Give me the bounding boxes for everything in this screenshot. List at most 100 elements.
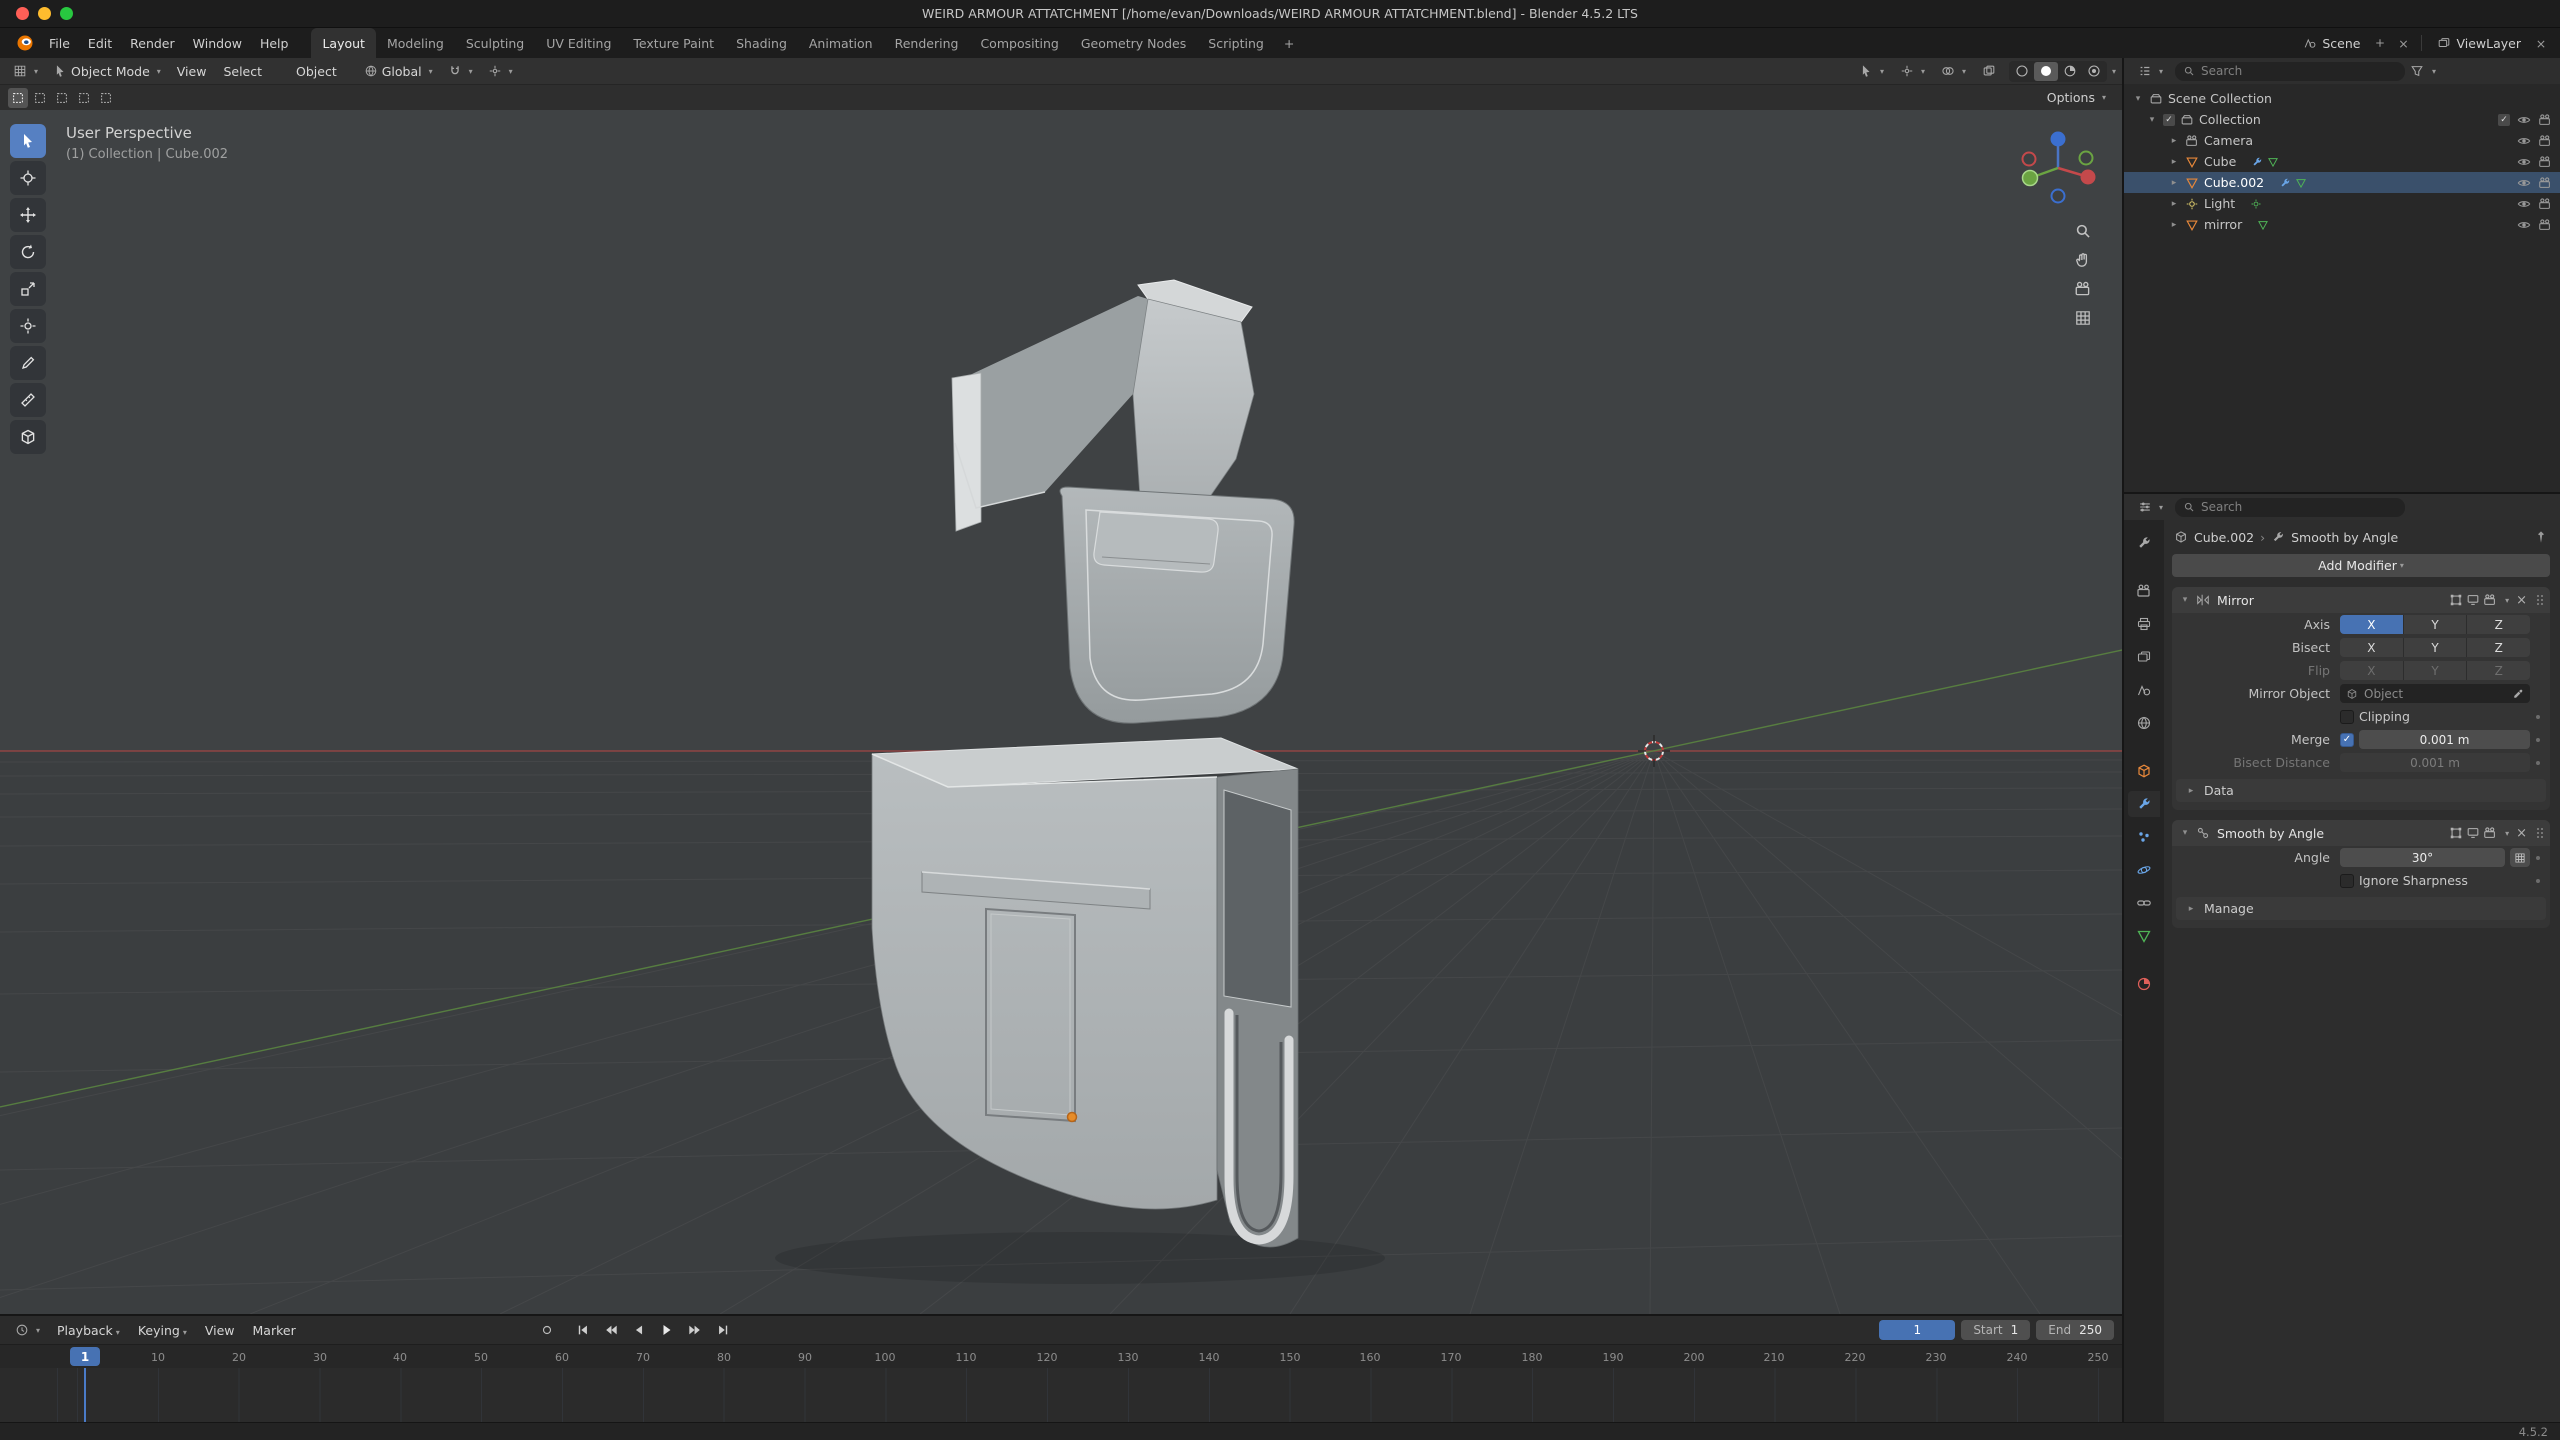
shading-dropdown-caret[interactable]: ▾	[2112, 67, 2116, 76]
viewport-menu-select[interactable]: Select	[215, 62, 270, 81]
axis-y-button[interactable]: Y	[2404, 615, 2468, 634]
holdout-checkbox[interactable]: ✓	[2498, 114, 2510, 126]
shading-wireframe-button[interactable]	[2010, 62, 2034, 81]
overlays-dropdown[interactable]: ▾	[1934, 62, 1973, 80]
modifier-name[interactable]: Smooth by Angle	[2215, 826, 2444, 841]
tab-view-layer[interactable]	[2128, 644, 2160, 670]
pin-id-icon[interactable]	[2534, 530, 2548, 544]
hide-eye-icon[interactable]	[2517, 197, 2531, 211]
timeline-menu-view[interactable]: View	[197, 1321, 243, 1340]
manage-subpanel-header[interactable]: ▸ Manage	[2176, 897, 2546, 920]
axis-x-button[interactable]: X	[2340, 615, 2404, 634]
tab-particles[interactable]	[2128, 824, 2160, 850]
editor-type-button[interactable]: ▾	[6, 62, 45, 80]
animate-dot[interactable]	[2536, 715, 2540, 719]
outliner-row-mirror[interactable]: ▸ mirror	[2124, 214, 2560, 235]
outliner-row-camera[interactable]: ▸ Camera	[2124, 130, 2560, 151]
modifier-name[interactable]: Mirror	[2215, 593, 2444, 608]
tool-move-button[interactable]	[10, 198, 46, 232]
next-keyframe-button[interactable]	[682, 1320, 708, 1340]
timeline-editor-type-button[interactable]: ▾	[8, 1321, 47, 1339]
jump-to-start-button[interactable]	[570, 1320, 596, 1340]
mirror-object-field[interactable]: Object	[2340, 684, 2530, 703]
exclude-checkbox[interactable]: ✓	[2163, 114, 2175, 126]
bisect-x-button[interactable]: X	[2340, 638, 2404, 657]
render-visibility-icon[interactable]	[2538, 176, 2552, 190]
viewport-menu-add[interactable]	[271, 69, 287, 73]
outliner-row-cube[interactable]: ▸ Cube	[2124, 151, 2560, 172]
bisect-distance-field[interactable]: 0.001 m	[2340, 753, 2530, 772]
tool-select-box-button[interactable]	[10, 124, 46, 158]
current-frame-field[interactable]: 1	[1879, 1320, 1955, 1340]
menu-help[interactable]: Help	[251, 28, 298, 58]
bisect-z-button[interactable]: Z	[2467, 638, 2530, 657]
playhead[interactable]	[84, 1368, 86, 1422]
mesh-data-icon[interactable]	[2257, 219, 2269, 231]
object-visibility-dropdown[interactable]: ▾	[1852, 62, 1891, 80]
clipping-checkbox[interactable]	[2340, 710, 2354, 724]
timeline-track-area[interactable]	[0, 1368, 2122, 1422]
render-visibility-icon[interactable]	[2538, 155, 2552, 169]
workspace-tab-uv-editing[interactable]: UV Editing	[535, 28, 622, 58]
workspace-tab-shading[interactable]: Shading	[725, 28, 798, 58]
realtime-toggle-icon[interactable]	[2466, 593, 2480, 607]
angle-field[interactable]: 30°	[2340, 848, 2505, 867]
tool-cursor-button[interactable]	[10, 161, 46, 195]
filter-caret[interactable]: ▾	[2432, 67, 2436, 76]
outliner-editor-type-button[interactable]: ▾	[2131, 62, 2170, 80]
data-subpanel-header[interactable]: ▸ Data	[2176, 779, 2546, 802]
proportional-editing-dropdown[interactable]: ▾	[481, 62, 520, 80]
start-frame-field[interactable]: Start 1	[1961, 1320, 2030, 1340]
menu-window[interactable]: Window	[184, 28, 251, 58]
toggle-ortho-icon[interactable]	[2074, 309, 2092, 327]
viewport-canvas[interactable]: User Perspective (1) Collection | Cube.0…	[0, 110, 2122, 1314]
select-mode-extend-button[interactable]	[30, 88, 50, 108]
tool-add-cube-button[interactable]	[10, 420, 46, 454]
tab-world[interactable]	[2128, 710, 2160, 736]
jump-to-end-button[interactable]	[710, 1320, 736, 1340]
smooth-panel-header[interactable]: ▾ Smooth by Angle ▾ ×	[2172, 820, 2550, 846]
tab-physics[interactable]	[2128, 857, 2160, 883]
workspace-tab-modeling[interactable]: Modeling	[376, 28, 455, 58]
new-scene-button[interactable]	[2371, 34, 2389, 52]
edit-mode-toggle-icon[interactable]	[2449, 593, 2463, 607]
remove-modifier-button[interactable]: ×	[2514, 826, 2529, 841]
viewlayer-selector[interactable]: ViewLayer	[2431, 34, 2527, 53]
mesh-data-icon[interactable]	[2295, 177, 2307, 189]
timeline-menu-keying[interactable]: Keying▾	[130, 1321, 195, 1340]
render-visibility-icon[interactable]	[2538, 197, 2552, 211]
end-frame-field[interactable]: End 250	[2036, 1320, 2114, 1340]
pan-hand-icon[interactable]	[2074, 251, 2092, 269]
transform-orientation-dropdown[interactable]: Global▾	[357, 62, 440, 81]
tool-transform-button[interactable]	[10, 309, 46, 343]
modifier-extras-caret[interactable]: ▾	[2505, 596, 2509, 605]
play-reverse-button[interactable]	[626, 1320, 652, 1340]
timeline-menu-playback[interactable]: Playback▾	[49, 1321, 128, 1340]
workspace-tab-animation[interactable]: Animation	[798, 28, 884, 58]
shading-material-button[interactable]	[2058, 62, 2082, 81]
workspace-tab-layout[interactable]: Layout	[311, 28, 376, 58]
animate-dot[interactable]	[2536, 879, 2540, 883]
modifier-wrench-icon[interactable]	[2251, 156, 2263, 168]
remove-modifier-button[interactable]: ×	[2514, 593, 2529, 608]
expand-caret-icon[interactable]: ▾	[2179, 828, 2191, 838]
disclosure-icon[interactable]: ▸	[2168, 220, 2180, 230]
hide-eye-icon[interactable]	[2517, 134, 2531, 148]
outliner-search[interactable]	[2175, 62, 2405, 81]
eyedropper-icon[interactable]	[2512, 688, 2524, 700]
add-workspace-button[interactable]: +	[1275, 28, 1303, 58]
hide-eye-icon[interactable]	[2517, 155, 2531, 169]
mirror-panel-header[interactable]: ▾ Mirror ▾ ×	[2172, 587, 2550, 613]
menu-render[interactable]: Render	[121, 28, 184, 58]
shading-rendered-button[interactable]	[2082, 62, 2106, 81]
realtime-toggle-icon[interactable]	[2466, 826, 2480, 840]
angle-input-attribute-toggle[interactable]	[2510, 848, 2530, 867]
gizmo-y-axis[interactable]	[2023, 171, 2038, 186]
gizmo-neg-y-axis[interactable]	[2080, 152, 2093, 165]
breadcrumb-object[interactable]: Cube.002	[2194, 530, 2254, 545]
merge-threshold-field[interactable]: 0.001 m	[2359, 730, 2530, 749]
light-data-icon[interactable]	[2250, 198, 2262, 210]
expand-caret-icon[interactable]: ▾	[2179, 595, 2191, 605]
render-visibility-icon[interactable]	[2538, 134, 2552, 148]
tool-annotate-button[interactable]	[10, 346, 46, 380]
